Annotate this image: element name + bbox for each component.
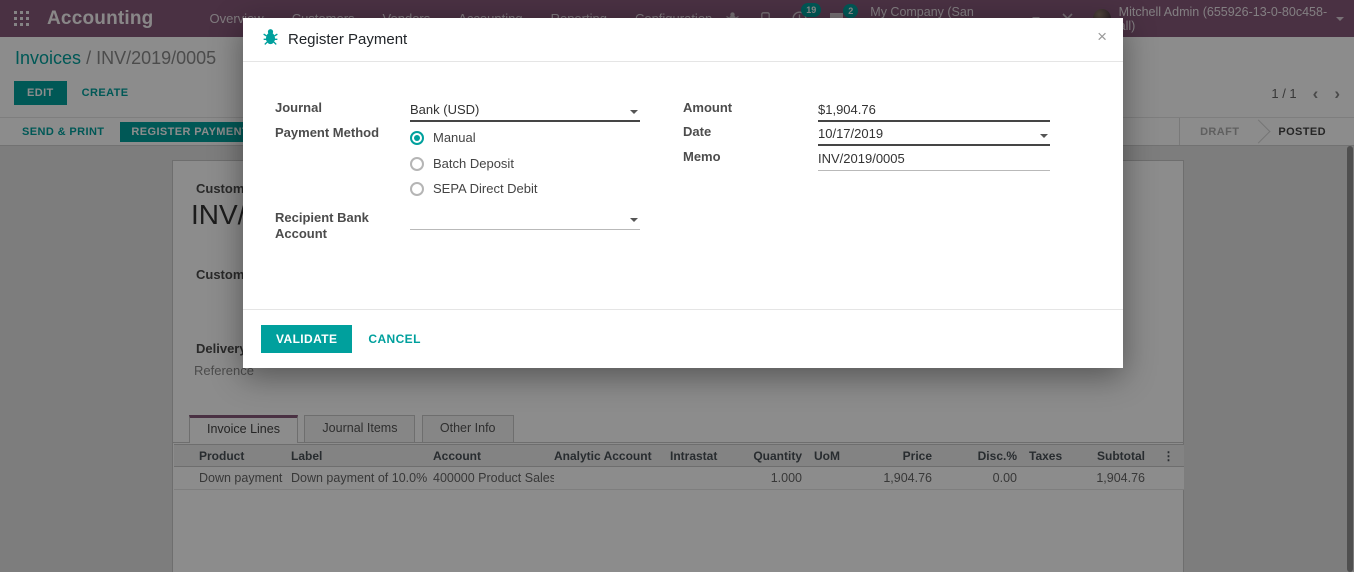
chevron-down-icon: [630, 218, 638, 222]
recipient-bank-account-label: Recipient Bank Account: [275, 210, 369, 241]
radio-icon: [410, 181, 424, 196]
date-label: Date: [683, 124, 712, 139]
chevron-down-icon: [1040, 134, 1048, 138]
journal-label: Journal: [275, 100, 322, 115]
dialog-title: Register Payment: [288, 31, 408, 48]
memo-input[interactable]: INV/2019/0005: [818, 151, 1050, 171]
register-payment-dialog: Register Payment × Journal Bank (USD) Pa…: [243, 18, 1123, 368]
amount-input[interactable]: $1,904.76: [818, 102, 1050, 122]
payment-method-label: Payment Method: [275, 125, 380, 140]
memo-label: Memo: [683, 149, 721, 164]
dialog-body: Journal Bank (USD) Payment Method Manual…: [243, 62, 1123, 309]
journal-select[interactable]: Bank (USD): [410, 102, 640, 122]
radio-selected-icon: [410, 130, 424, 145]
radio-batch-deposit[interactable]: Batch Deposit: [410, 156, 514, 171]
chevron-down-icon: [630, 110, 638, 114]
dialog-footer: VALIDATE CANCEL: [243, 309, 1123, 367]
radio-sepa-direct-debit[interactable]: SEPA Direct Debit: [410, 181, 538, 196]
date-input[interactable]: 10/17/2019: [818, 126, 1050, 146]
validate-button[interactable]: VALIDATE: [261, 324, 353, 353]
dialog-header: Register Payment ×: [243, 18, 1123, 62]
amount-label: Amount: [683, 100, 733, 115]
radio-icon: [410, 156, 424, 171]
recipient-bank-account-select[interactable]: [410, 210, 640, 230]
bug-icon: [263, 29, 278, 50]
close-icon[interactable]: ×: [1097, 28, 1107, 45]
radio-manual[interactable]: Manual: [410, 130, 476, 145]
cancel-button[interactable]: CANCEL: [368, 332, 420, 346]
